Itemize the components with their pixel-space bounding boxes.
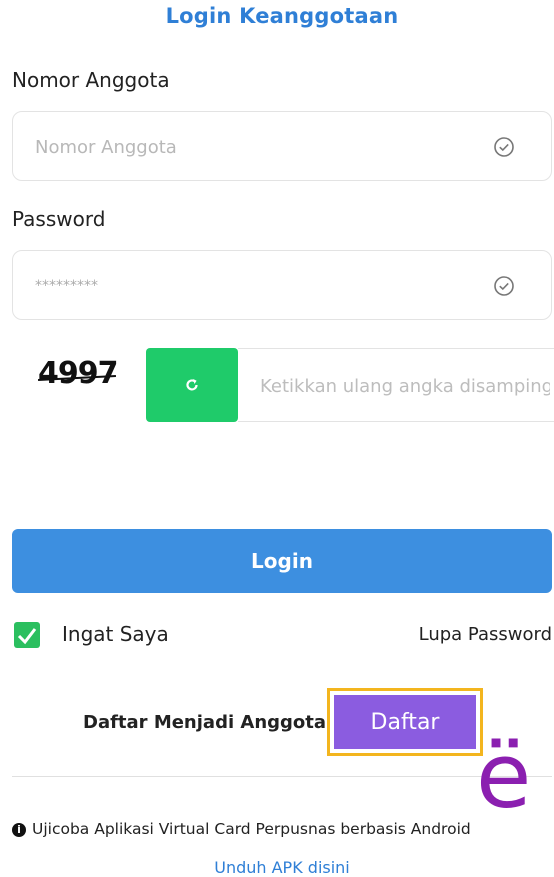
- captcha-refresh-button[interactable]: [146, 348, 238, 422]
- register-button[interactable]: Daftar: [334, 695, 476, 749]
- login-button[interactable]: Login: [12, 529, 552, 593]
- divider: [12, 776, 552, 777]
- info-notice: i Ujicoba Aplikasi Virtual Card Perpusnas…: [12, 820, 552, 838]
- page-title: Login Keanggotaan: [165, 4, 399, 28]
- member-number-field[interactable]: [12, 111, 552, 182]
- checkmark-icon: [17, 628, 37, 645]
- overlay-glyph: ë: [476, 724, 532, 829]
- forgot-password-link[interactable]: Lupa Password: [419, 624, 552, 645]
- password-input[interactable]: [33, 251, 477, 321]
- remember-label: Ingat Saya: [62, 622, 169, 646]
- check-circle-icon: [494, 276, 514, 296]
- check-circle-icon: [494, 137, 514, 157]
- info-text: Ujicoba Aplikasi Virtual Card Perpusnas …: [32, 820, 471, 838]
- info-icon: i: [12, 822, 26, 837]
- register-highlight: Daftar: [327, 688, 483, 756]
- captcha-input[interactable]: [258, 349, 552, 423]
- download-apk-link[interactable]: Unduh APK disini: [0, 858, 554, 877]
- member-number-input[interactable]: [33, 112, 477, 182]
- password-label: Password: [12, 207, 106, 231]
- remember-checkbox[interactable]: [14, 622, 40, 648]
- register-prompt: Daftar Menjadi Anggota: [83, 712, 327, 733]
- captcha-code: 4997: [38, 356, 118, 391]
- member-number-label: Nomor Anggota: [12, 68, 170, 92]
- password-field[interactable]: [12, 250, 552, 321]
- refresh-icon: [186, 379, 198, 391]
- captcha-field[interactable]: [238, 348, 554, 423]
